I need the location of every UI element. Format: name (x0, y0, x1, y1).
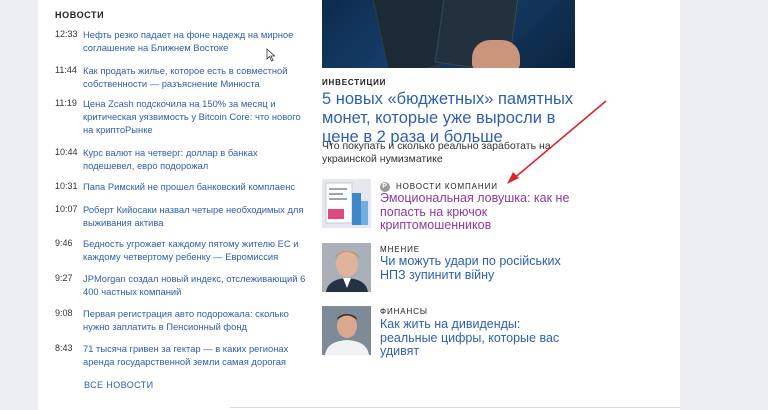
section-divider (230, 407, 680, 408)
annotation-arrow-icon (507, 100, 607, 184)
